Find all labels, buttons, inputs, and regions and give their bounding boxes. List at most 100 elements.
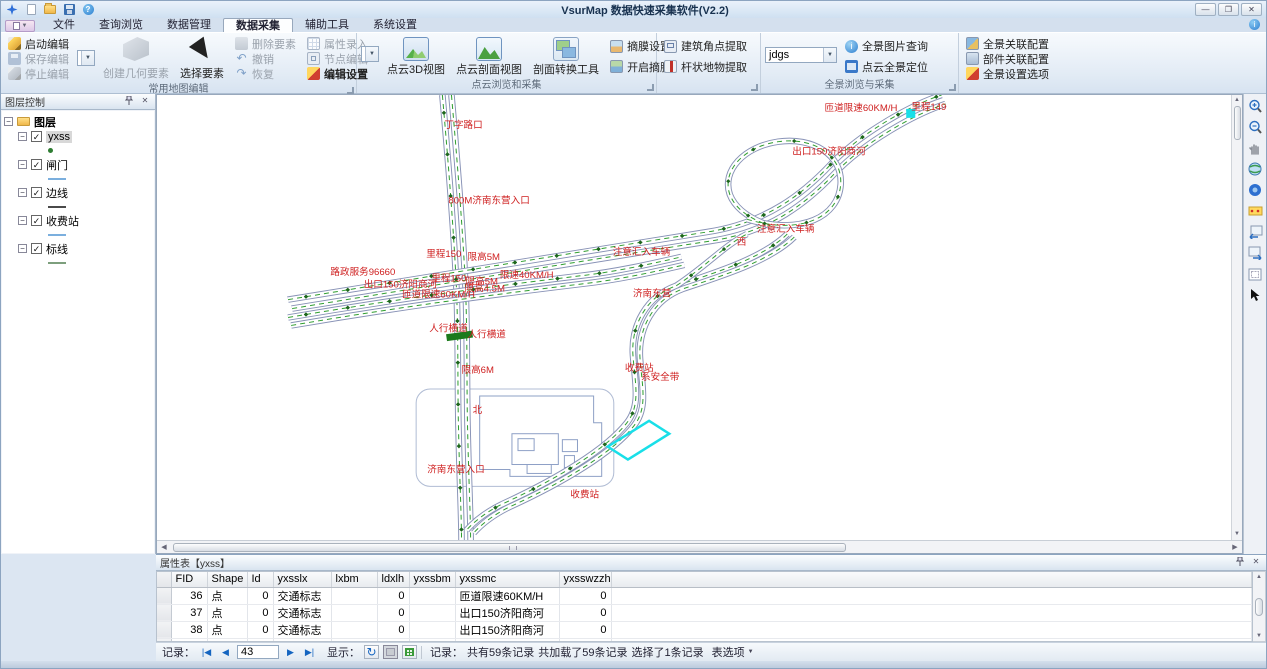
scroll-up-icon[interactable]: ▲ [1256, 574, 1262, 580]
close-button[interactable]: ✕ [1241, 3, 1262, 16]
layer-label[interactable]: 闸门 [46, 157, 68, 173]
part-assoc-button[interactable]: 部件关联配置 [963, 51, 1052, 66]
eagle-eye-icon[interactable] [1247, 203, 1264, 219]
layer-tree-root[interactable]: −图层 [4, 114, 152, 129]
select-cursor-icon[interactable] [1247, 287, 1264, 303]
scrollbar-thumb[interactable] [173, 543, 846, 552]
pole-extract-button[interactable]: 杆状地物提取 [661, 59, 750, 74]
pointcloud-3d-view-button[interactable]: 点云3D视图 [384, 35, 448, 78]
dialog-launcher-icon[interactable] [647, 84, 654, 91]
stop-edit-button[interactable]: 停止编辑 [5, 66, 72, 81]
help-icon[interactable]: ? [81, 3, 95, 16]
layer-item-1[interactable]: −✓ yxss [4, 129, 152, 144]
record-number-input[interactable] [237, 645, 279, 659]
minimize-button[interactable]: — [1195, 3, 1216, 16]
first-record-button[interactable]: |◀ [199, 645, 214, 659]
previous-extent-icon[interactable] [1247, 224, 1264, 240]
tab-3[interactable]: 数据管理 [155, 18, 223, 32]
pano-options-button[interactable]: 全景设置选项 [963, 66, 1052, 81]
info-icon[interactable]: i [1249, 19, 1260, 30]
app-compass-icon[interactable] [5, 3, 19, 16]
scroll-down-icon[interactable]: ▼ [1256, 633, 1262, 639]
grid-view-button[interactable] [402, 645, 417, 659]
pointcloud-profile-view-button[interactable]: 点云剖面视图 [453, 35, 525, 78]
scroll-down-icon[interactable]: ▼ [1234, 529, 1240, 540]
pan-hand-icon[interactable] [1247, 140, 1264, 156]
restore-button[interactable]: ❐ [1218, 3, 1239, 16]
form-view-button[interactable] [383, 645, 398, 659]
next-record-button[interactable]: ▶ [283, 645, 298, 659]
table-row[interactable]: 38点0交通标志0出口150济阳商河0 [157, 621, 1252, 638]
dialog-launcher-icon[interactable] [949, 84, 956, 91]
map-view[interactable]: 丁字路口800M济南东营入口匝道限速60KM/H里程149出口150济阳商河注意… [156, 94, 1243, 554]
start-edit-button[interactable]: 启动编辑 [5, 36, 72, 51]
save-icon[interactable] [62, 3, 76, 16]
collapse-icon[interactable]: − [18, 160, 27, 169]
pano-query-button[interactable]: i全景图片查询 [842, 39, 931, 54]
tab-2[interactable]: 查询浏览 [87, 18, 155, 32]
pin-icon[interactable] [1234, 557, 1246, 568]
redo-button[interactable]: ↷恢复 [232, 66, 299, 81]
layer-checkbox[interactable]: ✓ [31, 131, 42, 142]
full-extent-globe-icon[interactable] [1247, 161, 1264, 177]
pin-icon[interactable] [123, 96, 135, 107]
map-horizontal-scrollbar[interactable]: ◀ ▶ [157, 540, 1242, 553]
layer-checkbox[interactable]: ✓ [31, 215, 42, 226]
pointcloud-combo[interactable]: ▼ [361, 46, 379, 62]
prev-record-button[interactable]: ◀ [218, 645, 233, 659]
table-row[interactable]: 36点0交通标志0匝道限速60KM/H0 [157, 587, 1252, 604]
layer-label[interactable]: 边线 [46, 185, 68, 201]
undo-button[interactable]: ↶撤销 [232, 51, 299, 66]
tab-6[interactable]: 系统设置 [361, 18, 429, 32]
attribute-table[interactable]: FIDShapeIdyxsslxlxbmldxlhyxssbmyxssmcyxs… [156, 571, 1253, 642]
last-record-button[interactable]: ▶| [302, 645, 317, 659]
zoom-in-icon[interactable] [1247, 98, 1264, 114]
dialog-launcher-icon[interactable] [751, 84, 758, 91]
scroll-left-icon[interactable]: ◀ [157, 543, 171, 551]
pano-assoc-button[interactable]: 全景关联配置 [963, 36, 1052, 51]
close-icon[interactable]: ✕ [1250, 557, 1262, 568]
dialog-launcher-icon[interactable] [347, 87, 354, 94]
globe-locate-icon[interactable] [1247, 182, 1264, 198]
layer-label[interactable]: 收费站 [46, 213, 79, 229]
pano-locate-button[interactable]: 点云全景定位 [842, 59, 931, 74]
table-vertical-scrollbar[interactable]: ▲ ▼ [1253, 571, 1266, 642]
next-extent-icon[interactable] [1247, 245, 1264, 261]
refresh-button[interactable]: ↻ [364, 645, 379, 659]
tab-4[interactable]: 数据采集 [223, 18, 293, 32]
layer-label[interactable]: 标线 [46, 241, 68, 257]
scrollbar-thumb[interactable] [1255, 598, 1263, 616]
layer-checkbox[interactable]: ✓ [31, 159, 42, 170]
collapse-icon[interactable]: − [18, 244, 27, 253]
extent-box-icon[interactable] [1247, 266, 1264, 282]
close-icon[interactable]: ✕ [139, 96, 151, 107]
scroll-right-icon[interactable]: ▶ [1228, 543, 1242, 551]
collapse-icon[interactable]: − [4, 117, 13, 126]
layer-item-3[interactable]: −✓ 边线 [4, 185, 152, 200]
map-vertical-scrollbar[interactable]: ▲ ▼ [1231, 95, 1242, 540]
app-menu-button[interactable]: ▼ [5, 20, 35, 32]
building-corner-button[interactable]: 建筑角点提取 [661, 39, 750, 54]
delete-feature-button[interactable]: 删除要素 [232, 36, 299, 51]
layer-item-2[interactable]: −✓ 闸门 [4, 157, 152, 172]
collapse-icon[interactable]: − [18, 132, 27, 141]
layer-item-5[interactable]: −✓ 标线 [4, 241, 152, 256]
table-options-button[interactable]: 表选项▼ [708, 645, 758, 660]
scroll-up-icon[interactable]: ▲ [1234, 95, 1240, 106]
pano-combo[interactable]: jdgs▼ [765, 47, 837, 63]
zoom-out-icon[interactable] [1247, 119, 1264, 135]
select-feature-button[interactable]: 选择要素 [177, 35, 227, 82]
collapse-icon[interactable]: − [18, 216, 27, 225]
layer-label[interactable]: yxss [46, 131, 72, 143]
new-file-icon[interactable] [24, 3, 38, 16]
map-drawing[interactable]: 丁字路口800M济南东营入口匝道限速60KM/H里程149出口150济阳商河注意… [157, 95, 1242, 540]
scrollbar-thumb[interactable] [1234, 106, 1241, 140]
edit-layer-combo[interactable]: ▼ [77, 50, 95, 66]
collapse-icon[interactable]: − [18, 188, 27, 197]
layer-checkbox[interactable]: ✓ [31, 187, 42, 198]
layer-checkbox[interactable]: ✓ [31, 243, 42, 254]
tab-1[interactable]: 文件 [41, 18, 87, 32]
profile-convert-tool-button[interactable]: 剖面转换工具 [530, 35, 602, 78]
open-folder-icon[interactable] [43, 3, 57, 16]
tab-5[interactable]: 辅助工具 [293, 18, 361, 32]
